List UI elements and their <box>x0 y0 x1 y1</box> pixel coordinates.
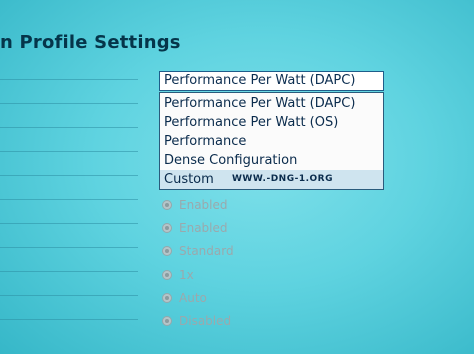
profile-option-dense-configuration[interactable]: Dense Configuration <box>160 151 383 170</box>
setting-row-divider <box>0 223 138 224</box>
setting-value-row: Standard <box>162 242 234 260</box>
radio-button-icon <box>162 270 172 280</box>
radio-button-icon <box>162 316 172 326</box>
setting-row-divider <box>0 247 138 248</box>
option-label: Performance <box>164 134 247 149</box>
radio-button-icon <box>162 293 172 303</box>
profile-option-performance[interactable]: Performance <box>160 132 383 151</box>
setting-value: Standard <box>179 244 234 258</box>
setting-value: Enabled <box>179 221 228 235</box>
setting-value-row: Auto <box>162 289 207 307</box>
option-label: Dense Configuration <box>164 153 298 168</box>
setting-value: Auto <box>179 291 207 305</box>
setting-row-divider <box>0 295 138 296</box>
setting-value-row: Enabled <box>162 196 228 214</box>
system-profile-options-list[interactable]: Performance Per Watt (DAPC) Performance … <box>159 92 384 190</box>
setting-row-divider <box>0 151 138 152</box>
profile-option-dapc[interactable]: Performance Per Watt (DAPC) <box>160 94 383 113</box>
watermark-text: WWW.-DNG-1.ORG <box>232 174 333 184</box>
setting-row-divider <box>0 271 138 272</box>
setting-value: Enabled <box>179 198 228 212</box>
system-profile-dropdown[interactable]: Performance Per Watt (DAPC) <box>159 71 384 91</box>
radio-button-icon <box>162 246 172 256</box>
radio-button-icon <box>162 200 172 210</box>
radio-button-icon <box>162 223 172 233</box>
setting-value-row: 1x <box>162 266 194 284</box>
option-label: Performance Per Watt (OS) <box>164 115 339 130</box>
setting-value: Disabled <box>179 314 232 328</box>
profile-option-os[interactable]: Performance Per Watt (OS) <box>160 113 383 132</box>
setting-row-divider <box>0 127 138 128</box>
option-label: Custom <box>164 172 214 187</box>
setting-value-row: Enabled <box>162 219 228 237</box>
setting-value-row: Disabled <box>162 312 231 330</box>
setting-row-divider <box>0 79 138 80</box>
setting-row-divider <box>0 175 138 176</box>
setting-row-divider <box>0 103 138 104</box>
setting-row-divider <box>0 319 138 320</box>
option-label: Performance Per Watt (DAPC) <box>164 96 356 111</box>
page-title: n Profile Settings <box>0 32 181 53</box>
setting-value: 1x <box>179 268 194 282</box>
profile-option-custom[interactable]: Custom WWW.-DNG-1.ORG <box>160 170 383 189</box>
setting-row-divider <box>0 199 138 200</box>
